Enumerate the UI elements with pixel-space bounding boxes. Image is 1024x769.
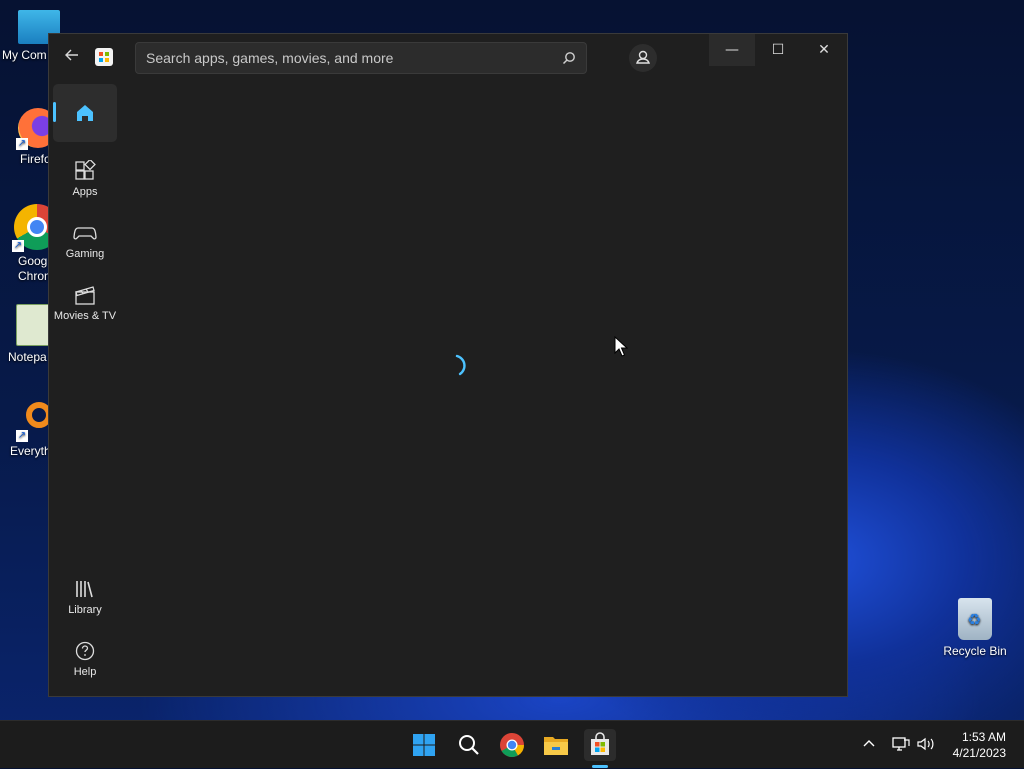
notepad-icon — [16, 304, 52, 346]
navigation-pane: Apps Gaming Movies & TV Library Help — [49, 82, 121, 696]
help-icon — [75, 641, 95, 661]
nav-item-library[interactable]: Library — [53, 570, 117, 628]
apps-icon — [75, 160, 96, 180]
chevron-up-icon[interactable] — [862, 737, 876, 751]
nav-label: Apps — [72, 186, 98, 198]
mouse-cursor-icon — [614, 336, 628, 357]
network-icon[interactable] — [892, 736, 910, 752]
taskbar: 1:53 AM 4/21/2023 — [0, 720, 1024, 768]
arrow-left-icon — [65, 49, 78, 61]
taskbar-file-explorer-button[interactable] — [540, 729, 572, 761]
minimize-button[interactable]: — — [709, 34, 755, 66]
recycle-bin-icon: ♻ — [958, 598, 992, 640]
nav-label: Gaming — [65, 248, 105, 260]
search-input[interactable] — [136, 43, 536, 73]
shortcut-arrow-icon: ↗ — [16, 138, 28, 150]
clock-time: 1:53 AM — [961, 730, 1006, 744]
nav-item-apps[interactable]: Apps — [53, 152, 117, 210]
person-icon — [636, 50, 650, 64]
system-tray — [856, 721, 946, 769]
maximize-button[interactable]: ☐ — [755, 34, 801, 66]
start-button[interactable] — [408, 729, 440, 761]
active-indicator — [53, 102, 56, 122]
desktop-icon-recycle-bin[interactable]: ♻ Recycle Bin — [940, 598, 1010, 659]
gamepad-icon — [73, 227, 97, 240]
shortcut-arrow-icon: ↗ — [16, 430, 28, 442]
nav-item-gaming[interactable]: Gaming — [53, 214, 117, 272]
account-button[interactable] — [629, 44, 657, 72]
nav-item-home[interactable] — [53, 84, 117, 142]
microsoft-store-icon — [591, 732, 609, 755]
folder-icon — [544, 737, 568, 755]
taskbar-microsoft-store-button[interactable] — [584, 729, 616, 761]
nav-item-movies-tv[interactable]: Movies & TV — [53, 276, 117, 334]
microsoft-store-logo-icon — [95, 48, 113, 66]
clapperboard-icon — [75, 286, 95, 305]
search-icon — [459, 735, 479, 755]
windows-start-icon — [413, 734, 435, 756]
back-button[interactable] — [61, 46, 83, 68]
window-controls: — ☐ ✕ — [709, 34, 847, 66]
library-icon — [76, 581, 93, 598]
nav-label: Help — [73, 666, 97, 678]
nav-label: Movies & TV — [53, 310, 117, 322]
chrome-icon — [500, 733, 524, 758]
volume-icon[interactable] — [916, 736, 936, 752]
shortcut-arrow-icon: ↗ — [12, 240, 24, 252]
search-icon[interactable] — [562, 51, 576, 65]
desktop-icon-label: Recycle Bin — [943, 644, 1007, 658]
taskbar-clock[interactable]: 1:53 AM 4/21/2023 — [953, 729, 1006, 761]
title-bar: — ☐ ✕ — [49, 34, 847, 82]
home-icon — [77, 105, 93, 121]
loading-spinner-icon — [455, 354, 466, 376]
nav-item-help[interactable]: Help — [53, 632, 117, 690]
search-box[interactable] — [135, 42, 587, 74]
taskbar-chrome-button[interactable] — [496, 729, 528, 761]
close-button[interactable]: ✕ — [801, 34, 847, 66]
clock-date: 4/21/2023 — [952, 746, 1006, 760]
nav-label: Library — [68, 604, 102, 616]
taskbar-search-button[interactable] — [452, 729, 484, 761]
microsoft-store-window: — ☐ ✕ Apps Gaming Movies & TV Library — [48, 33, 848, 697]
